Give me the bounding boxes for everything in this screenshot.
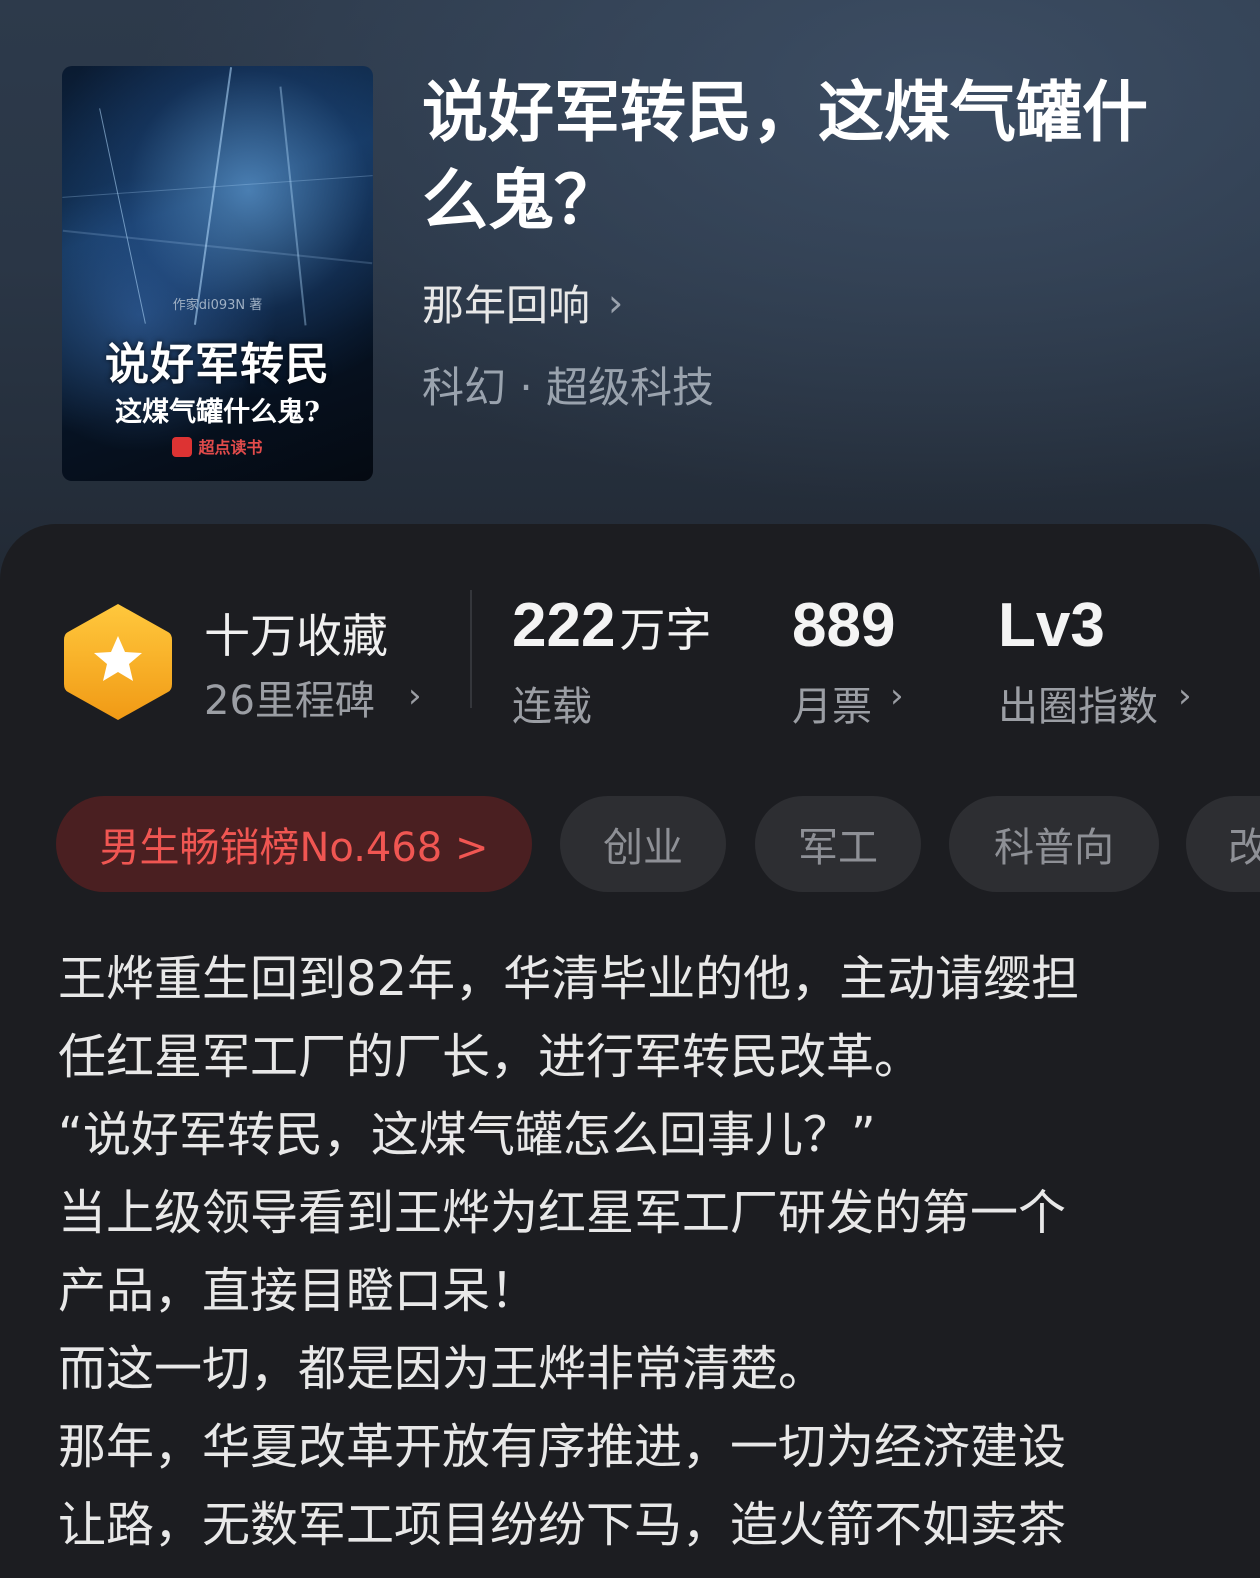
breakout-index-value: Lv3 bbox=[998, 591, 1105, 660]
book-title: 说好军转民，这煤气罐什么鬼？ bbox=[422, 73, 1148, 239]
book-description[interactable]: 王烨重生回到82年，华清毕业的他，主动请缨担 任红星军工厂的厂长，进行军转民改革… bbox=[58, 940, 1208, 1564]
tag-startup[interactable]: 创业 bbox=[560, 796, 726, 892]
breakout-index-label[interactable]: 出圈指数 bbox=[998, 674, 1158, 732]
chevron-right-icon[interactable]: › bbox=[890, 676, 904, 716]
description-line: 王烨重生回到82年，华清毕业的他，主动请缨担 bbox=[58, 951, 1080, 1007]
tag-military-industry[interactable]: 军工 bbox=[755, 796, 921, 892]
tag-bestseller-rank[interactable]: 男生畅销榜No.468 > bbox=[56, 796, 532, 892]
author-link[interactable]: 那年回响 › bbox=[422, 272, 623, 333]
monthly-votes-count: 889 bbox=[792, 591, 896, 660]
description-line: 任红星军工厂的厂长，进行军转民改革。 bbox=[58, 1029, 923, 1085]
description-line: 让路，无数军工项目纷纷下马，造火箭不如卖茶 bbox=[58, 1497, 1067, 1553]
description-line: 那年，华夏改革开放有序推进，一切为经济建设 bbox=[58, 1419, 1067, 1475]
collection-milestone-sub[interactable]: 26里程碑 bbox=[204, 668, 375, 726]
author-name: 那年回响 bbox=[422, 281, 591, 330]
book-cover[interactable]: 作家di093N 著 说好军转民 这煤气罐什么鬼? 超点读书 bbox=[62, 66, 373, 481]
description-line: 而这一切，都是因为王烨非常清楚。 bbox=[58, 1341, 827, 1397]
book-genre[interactable]: 科幻 · 超级科技 bbox=[422, 354, 714, 415]
cover-title-line2: 这煤气罐什么鬼? bbox=[115, 397, 320, 428]
collection-milestone-title: 十万收藏 bbox=[204, 609, 388, 663]
description-line: 当上级领导看到王烨为红星军工厂研发的第一个 bbox=[58, 1185, 1067, 1241]
chevron-right-icon: › bbox=[608, 280, 624, 325]
star-hexagon-icon[interactable] bbox=[62, 600, 174, 724]
monthly-votes-label[interactable]: 月票 bbox=[792, 674, 872, 732]
word-count: 222万字 bbox=[512, 591, 712, 660]
cover-author-credit: 作家di093N 著 bbox=[172, 298, 263, 313]
chevron-right-icon[interactable]: › bbox=[1178, 676, 1192, 716]
cover-publisher: 超点读书 bbox=[62, 434, 373, 458]
description-line: “说好军转民，这煤气罐怎么回事儿？” bbox=[58, 1107, 876, 1163]
stats-divider bbox=[470, 590, 472, 708]
cover-title-line1: 说好军转民 bbox=[105, 339, 330, 390]
tag-popular-science[interactable]: 科普向 bbox=[949, 796, 1159, 892]
publisher-logo-icon bbox=[172, 437, 193, 457]
chevron-right-icon[interactable]: › bbox=[408, 676, 422, 716]
serial-status: 连载 bbox=[512, 684, 592, 730]
description-line: 产品，直接目瞪口呆！ bbox=[58, 1263, 539, 1319]
